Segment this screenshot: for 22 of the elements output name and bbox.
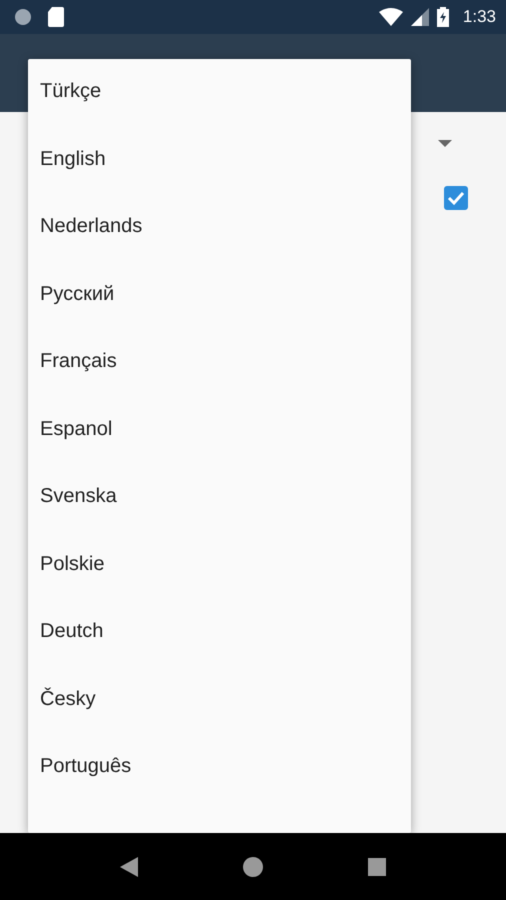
language-option[interactable]: Français (28, 328, 411, 396)
clock-text: 1:33 (462, 7, 496, 27)
language-option[interactable]: Русский (28, 260, 411, 328)
language-option[interactable]: Česky (28, 666, 411, 733)
language-option[interactable]: Türkçe (28, 59, 411, 126)
signal-icon (410, 8, 429, 26)
language-option[interactable]: Nederlands (28, 193, 411, 260)
recents-icon[interactable] (368, 858, 386, 876)
notification-dot-icon (14, 8, 32, 26)
language-option[interactable]: Deutch (28, 598, 411, 666)
language-option[interactable]: English (28, 126, 411, 193)
dropdown-arrow-icon[interactable] (438, 140, 452, 148)
language-option[interactable]: Svenska (28, 463, 411, 530)
battery-charging-icon (436, 7, 449, 27)
sd-card-icon (48, 7, 64, 27)
wifi-icon (378, 8, 403, 26)
home-icon[interactable] (243, 856, 263, 876)
back-icon[interactable] (120, 856, 138, 876)
language-option[interactable]: Espanol (28, 396, 411, 463)
language-option[interactable]: Português (28, 733, 411, 800)
checkbox[interactable] (444, 186, 468, 210)
language-option[interactable]: Polskie (28, 530, 411, 598)
